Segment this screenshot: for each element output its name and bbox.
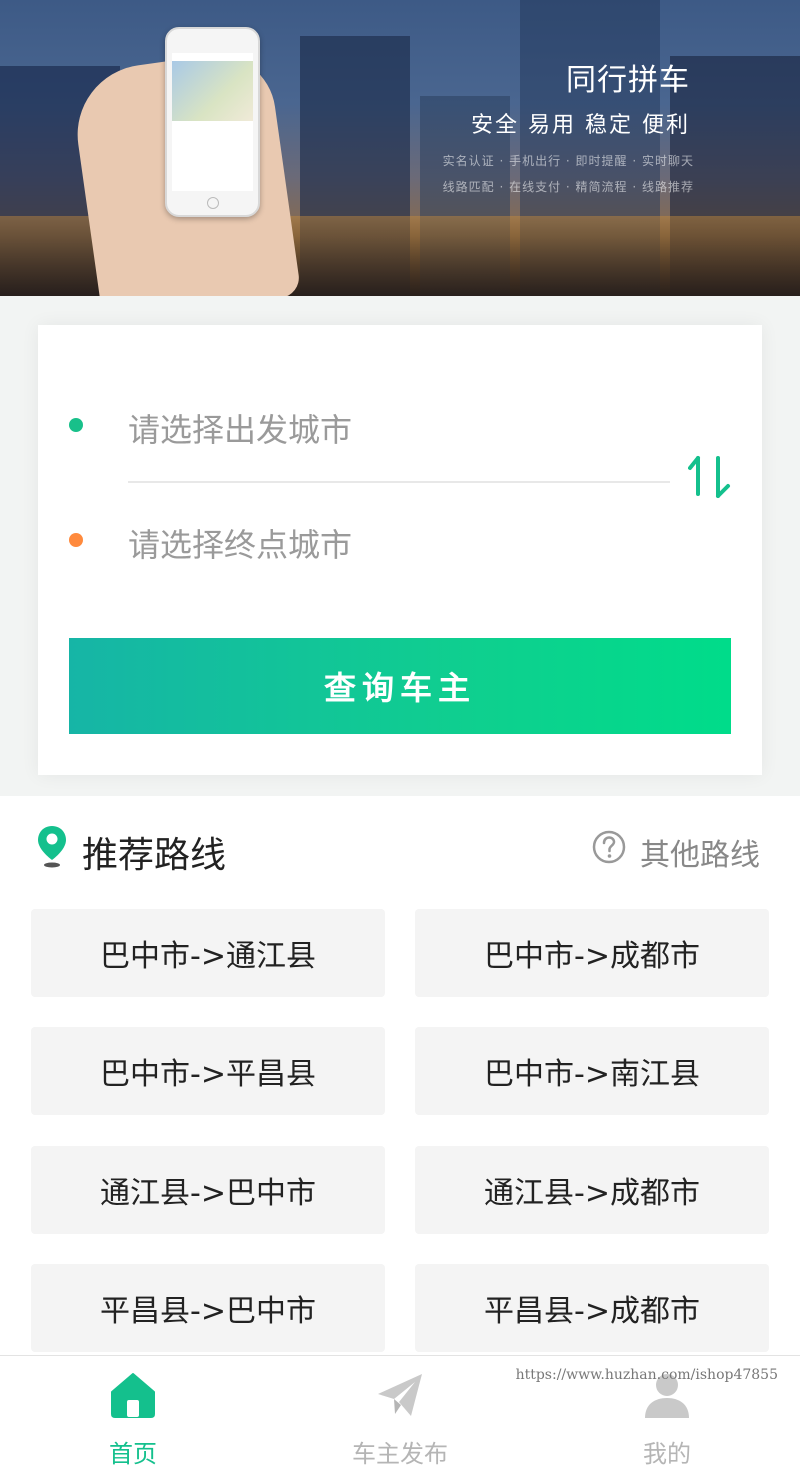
- departure-city-field[interactable]: 请选择出发城市: [128, 405, 352, 451]
- tab-label: 车主发布: [352, 1440, 448, 1466]
- tab-label: 首页: [109, 1440, 157, 1466]
- query-drivers-button[interactable]: 查询车主: [69, 638, 731, 734]
- banner-phone-image: [165, 27, 260, 217]
- watermark-text: https://www.huzhan.com/ishop47855: [515, 1367, 778, 1383]
- recommended-routes-title: 推荐路线: [82, 835, 227, 876]
- start-dot-icon: [69, 418, 83, 432]
- route-button[interactable]: 巴中市->平昌县: [31, 1027, 385, 1115]
- banner-subtitle: 安全 易用 稳定 便利: [471, 113, 690, 138]
- tab-home[interactable]: 首页: [33, 1356, 233, 1466]
- banner-tags-line: 实名认证 · 手机出行 · 即时提醒 · 实时聊天: [442, 154, 694, 168]
- other-routes-link[interactable]: 其他路线: [640, 830, 760, 874]
- paper-plane-icon: [378, 1374, 422, 1416]
- banner-text: 同行拼车 安全 易用 稳定 便利: [471, 55, 690, 139]
- tab-label: 我的: [643, 1440, 691, 1466]
- phone-map: [172, 61, 253, 121]
- route-button[interactable]: 平昌县->巴中市: [31, 1264, 385, 1352]
- promo-banner[interactable]: 同行拼车 安全 易用 稳定 便利 实名认证 · 手机出行 · 即时提醒 · 实时…: [0, 0, 800, 296]
- end-dot-icon: [69, 533, 83, 547]
- route-button[interactable]: 巴中市->成都市: [415, 909, 769, 997]
- phone-home-button: [207, 197, 219, 209]
- tab-driver-publish[interactable]: 车主发布: [300, 1356, 500, 1466]
- banner-tags-line: 线路匹配 · 在线支付 · 精简流程 · 线路推荐: [442, 180, 694, 194]
- route-button[interactable]: 通江县->成都市: [415, 1146, 769, 1234]
- route-button[interactable]: 通江县->巴中市: [31, 1146, 385, 1234]
- home-icon: [111, 1373, 155, 1418]
- route-button[interactable]: 平昌县->成都市: [415, 1264, 769, 1352]
- banner-tags: 实名认证 · 手机出行 · 即时提醒 · 实时聊天 线路匹配 · 在线支付 · …: [443, 148, 694, 200]
- swap-direction-icon[interactable]: [688, 452, 732, 502]
- destination-city-field[interactable]: 请选择终点城市: [128, 520, 352, 566]
- field-divider: [128, 481, 670, 483]
- route-button[interactable]: 巴中市->南江县: [415, 1027, 769, 1115]
- route-button[interactable]: 巴中市->通江县: [31, 909, 385, 997]
- location-pin-icon: [38, 826, 66, 868]
- banner-title: 同行拼车: [566, 63, 690, 98]
- phone-screen: [172, 53, 253, 191]
- help-icon[interactable]: [592, 830, 626, 864]
